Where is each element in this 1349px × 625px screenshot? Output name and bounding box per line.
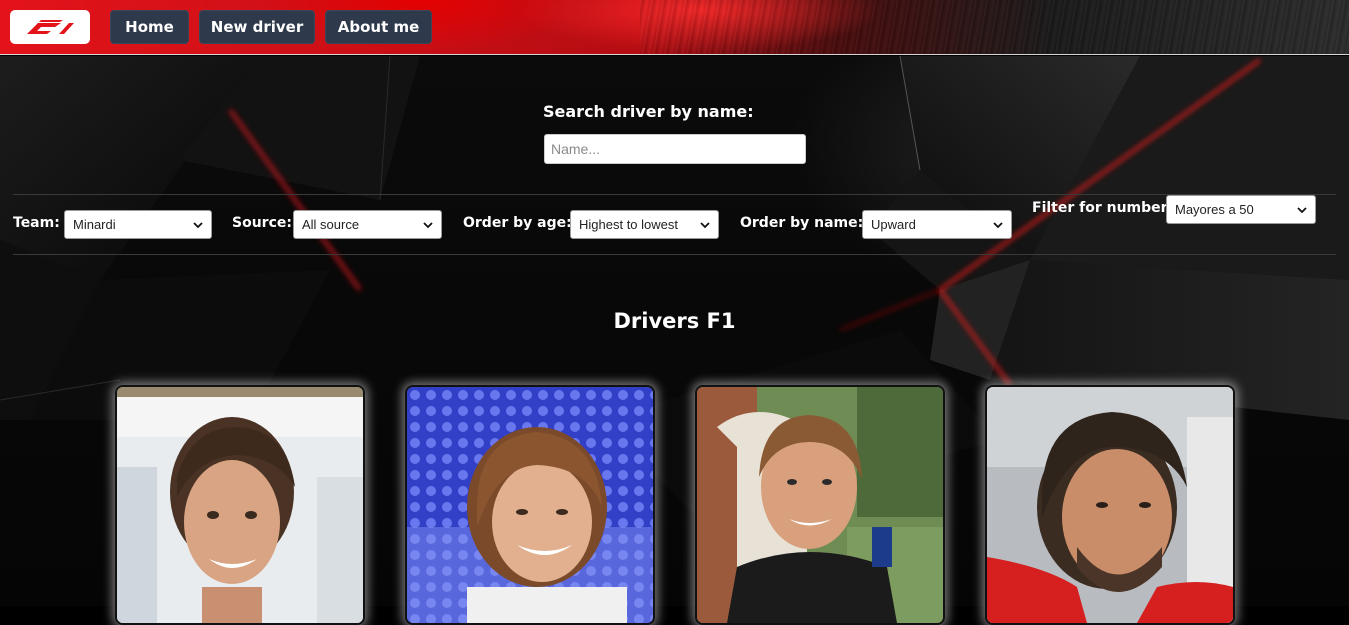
number-select-value: Mayores a 50 [1175, 202, 1254, 217]
source-select-value: All source [302, 217, 360, 232]
team-select[interactable]: Minardi [64, 210, 212, 239]
driver-photo [407, 387, 653, 623]
search-input[interactable] [544, 134, 806, 164]
driver-photo [117, 387, 363, 623]
driver-card[interactable] [695, 385, 945, 625]
nav-about-me-button[interactable]: About me [325, 10, 432, 44]
number-select[interactable]: Mayores a 50 [1166, 195, 1316, 224]
order-age-label: Order by age: [463, 215, 572, 231]
source-filter-label: Source: [232, 215, 292, 231]
team-select-value: Minardi [73, 217, 116, 232]
driver-photo [697, 387, 943, 623]
top-navbar: Home New driver About me [0, 0, 1349, 55]
driver-photo [987, 387, 1233, 623]
order-age-select-value: Highest to lowest [579, 217, 678, 232]
filters-top-divider [13, 194, 1336, 195]
order-name-select[interactable]: Upward [862, 210, 1012, 239]
search-label: Search driver by name: [543, 102, 754, 121]
source-select[interactable]: All source [293, 210, 442, 239]
nav-home-button[interactable]: Home [110, 10, 189, 44]
number-filter-label: Filter for number [1032, 200, 1168, 216]
f1-logo-icon [27, 20, 74, 34]
nav-new-driver-button[interactable]: New driver [199, 10, 315, 44]
filters-bottom-divider [13, 254, 1336, 255]
order-name-select-value: Upward [871, 217, 916, 232]
driver-card[interactable] [985, 385, 1235, 625]
order-age-select[interactable]: Highest to lowest [570, 210, 719, 239]
page-title: Drivers F1 [613, 309, 736, 333]
chevron-down-icon [193, 221, 203, 228]
driver-card[interactable] [405, 385, 655, 625]
driver-card[interactable] [115, 385, 365, 625]
order-name-label: Order by name: [740, 215, 864, 231]
team-filter-label: Team: [13, 215, 60, 231]
chevron-down-icon [423, 221, 433, 228]
chevron-down-icon [993, 221, 1003, 228]
f1-logo[interactable] [10, 10, 90, 44]
chevron-down-icon [1297, 206, 1307, 213]
chevron-down-icon [700, 221, 710, 228]
